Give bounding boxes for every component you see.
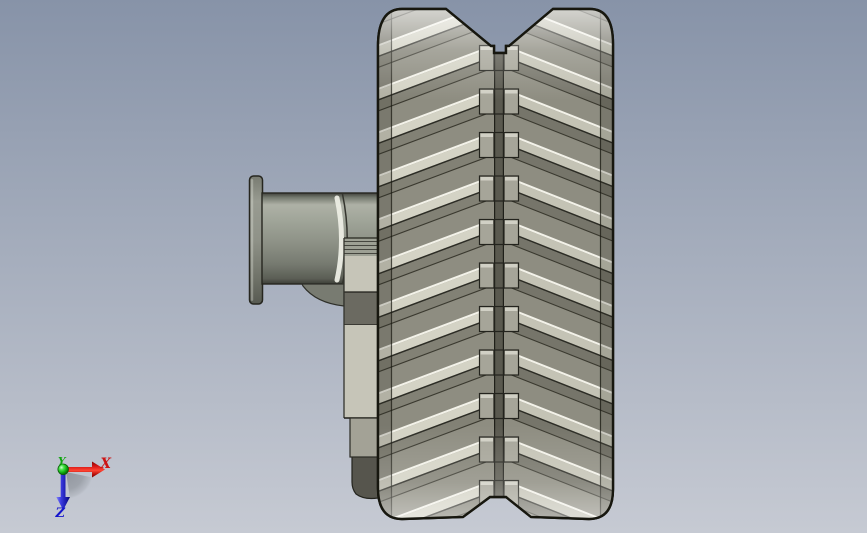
rim-dark-band bbox=[344, 292, 378, 325]
rim-face-lower bbox=[344, 325, 378, 418]
axis-x-label: X bbox=[100, 456, 112, 472]
cad-viewport[interactable]: Y X Z bbox=[0, 0, 867, 533]
rim-lower-dark bbox=[351, 454, 379, 500]
tire[interactable] bbox=[376, 0, 615, 533]
model-scene[interactable]: Y X Z bbox=[0, 0, 867, 533]
rim-step-block bbox=[349, 417, 379, 458]
rim-face-upper bbox=[344, 256, 378, 292]
hub-flange-highlight bbox=[250, 179, 254, 301]
axis-z-label: Z bbox=[55, 506, 66, 521]
